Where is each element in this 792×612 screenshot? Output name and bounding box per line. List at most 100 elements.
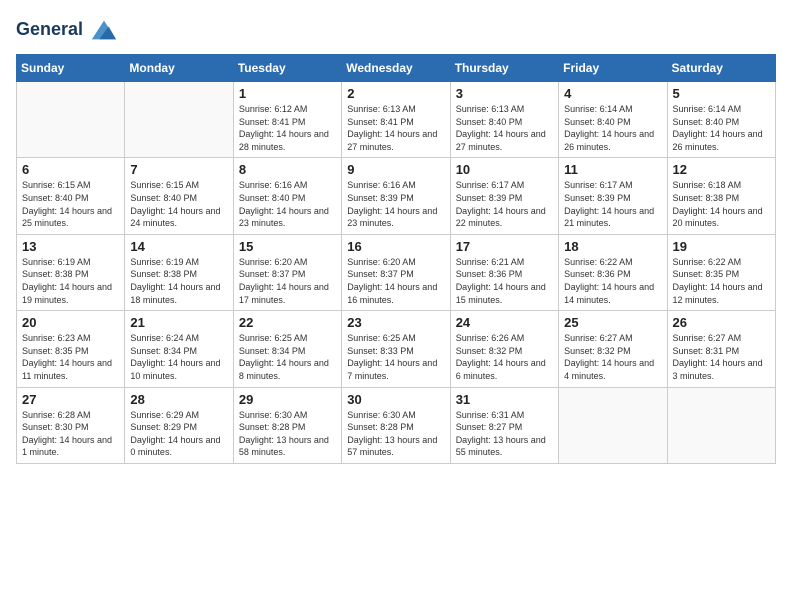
logo-text: General [16, 16, 118, 44]
calendar-cell: 13Sunrise: 6:19 AMSunset: 8:38 PMDayligh… [17, 234, 125, 310]
day-number: 1 [239, 86, 336, 101]
calendar-cell: 24 Sunrise: 6:26 AMSunset: 8:32 PMDayligh… [450, 311, 558, 387]
day-info: Sunrise: 6:25 AMSunset: 8:33 PMDaylight:… [347, 332, 444, 382]
calendar-week-row: 27Sunrise: 6:28 AMSunset: 8:30 PMDayligh… [17, 387, 776, 463]
calendar-cell: 1 Sunrise: 6:12 AMSunset: 8:41 PMDaylight… [233, 82, 341, 158]
calendar-week-row: 1 Sunrise: 6:12 AMSunset: 8:41 PMDaylight… [17, 82, 776, 158]
calendar-cell: 27Sunrise: 6:28 AMSunset: 8:30 PMDayligh… [17, 387, 125, 463]
calendar-cell [559, 387, 667, 463]
calendar-header-friday: Friday [559, 55, 667, 82]
calendar-cell: 11 Sunrise: 6:17 AMSunset: 8:39 PMDayligh… [559, 158, 667, 234]
day-number: 17 [456, 239, 553, 254]
calendar-header-sunday: Sunday [17, 55, 125, 82]
day-number: 9 [347, 162, 444, 177]
day-number: 25 [564, 315, 661, 330]
day-info: Sunrise: 6:24 AMSunset: 8:34 PMDaylight:… [130, 332, 227, 382]
calendar-header-thursday: Thursday [450, 55, 558, 82]
day-number: 14 [130, 239, 227, 254]
calendar-cell: 7 Sunrise: 6:15 AMSunset: 8:40 PMDaylight… [125, 158, 233, 234]
day-info: Sunrise: 6:12 AMSunset: 8:41 PMDaylight:… [239, 103, 336, 153]
day-info: Sunrise: 6:28 AMSunset: 8:30 PMDaylight:… [22, 409, 119, 459]
day-number: 29 [239, 392, 336, 407]
day-number: 13 [22, 239, 119, 254]
calendar-cell: 20 Sunrise: 6:23 AMSunset: 8:35 PMDayligh… [17, 311, 125, 387]
calendar-cell: 12 Sunrise: 6:18 AMSunset: 8:38 PMDayligh… [667, 158, 775, 234]
calendar-cell: 10 Sunrise: 6:17 AMSunset: 8:39 PMDayligh… [450, 158, 558, 234]
day-info: Sunrise: 6:13 AMSunset: 8:40 PMDaylight:… [456, 103, 553, 153]
calendar-week-row: 13 Sunrise: 6:19 AMSunset: 8:38 PMDayligh… [17, 234, 776, 310]
day-number: 7 [130, 162, 227, 177]
calendar-cell: 5Sunrise: 6:14 AMSunset: 8:40 PMDaylight… [667, 82, 775, 158]
day-number: 3 [456, 86, 553, 101]
day-number: 10 [456, 162, 553, 177]
day-number: 24 [456, 315, 553, 330]
day-info: Sunrise: 6:15 AMSunset: 8:40 PMDaylight:… [22, 179, 119, 229]
day-info: Sunrise: 6:22 AMSunset: 8:36 PMDaylight:… [564, 256, 661, 306]
day-number: 22 [239, 315, 336, 330]
day-info: Sunrise: 6:25 AMSunset: 8:34 PMDaylight:… [239, 332, 336, 382]
calendar-cell: 25 Sunrise: 6:27 AMSunset: 8:32 PMDayligh… [559, 311, 667, 387]
calendar-cell: 22 Sunrise: 6:25 AMSunset: 8:34 PMDayligh… [233, 311, 341, 387]
day-info: Sunrise: 6:17 AMSunset: 8:39 PMDaylight:… [456, 179, 553, 229]
day-number: 11 [564, 162, 661, 177]
calendar-cell [17, 82, 125, 158]
day-info: Sunrise: 6:17 AMSunset: 8:39 PMDaylight:… [564, 179, 661, 229]
calendar-header-saturday: Saturday [667, 55, 775, 82]
day-info: Sunrise: 6:26 AMSunset: 8:32 PMDaylight:… [456, 332, 553, 382]
day-info: Sunrise: 6:16 AMSunset: 8:39 PMDaylight:… [347, 179, 444, 229]
day-number: 4 [564, 86, 661, 101]
day-info: Sunrise: 6:16 AMSunset: 8:40 PMDaylight:… [239, 179, 336, 229]
calendar-cell: 6 Sunrise: 6:15 AMSunset: 8:40 PMDaylight… [17, 158, 125, 234]
calendar-cell: 2 Sunrise: 6:13 AMSunset: 8:41 PMDaylight… [342, 82, 450, 158]
day-number: 26 [673, 315, 770, 330]
day-info: Sunrise: 6:23 AMSunset: 8:35 PMDaylight:… [22, 332, 119, 382]
calendar-table: SundayMondayTuesdayWednesdayThursdayFrid… [16, 54, 776, 464]
page-header: General [16, 16, 776, 44]
day-info: Sunrise: 6:27 AMSunset: 8:32 PMDaylight:… [564, 332, 661, 382]
day-info: Sunrise: 6:13 AMSunset: 8:41 PMDaylight:… [347, 103, 444, 153]
day-number: 28 [130, 392, 227, 407]
calendar-week-row: 20 Sunrise: 6:23 AMSunset: 8:35 PMDayligh… [17, 311, 776, 387]
day-number: 6 [22, 162, 119, 177]
calendar-cell: 17 Sunrise: 6:21 AMSunset: 8:36 PMDayligh… [450, 234, 558, 310]
day-number: 16 [347, 239, 444, 254]
day-info: Sunrise: 6:27 AMSunset: 8:31 PMDaylight:… [673, 332, 770, 382]
calendar-cell: 23 Sunrise: 6:25 AMSunset: 8:33 PMDayligh… [342, 311, 450, 387]
day-info: Sunrise: 6:30 AMSunset: 8:28 PMDaylight:… [239, 409, 336, 459]
day-info: Sunrise: 6:30 AMSunset: 8:28 PMDaylight:… [347, 409, 444, 459]
day-number: 23 [347, 315, 444, 330]
calendar-cell: 18 Sunrise: 6:22 AMSunset: 8:36 PMDayligh… [559, 234, 667, 310]
day-number: 12 [673, 162, 770, 177]
calendar-week-row: 6 Sunrise: 6:15 AMSunset: 8:40 PMDaylight… [17, 158, 776, 234]
calendar-cell: 9 Sunrise: 6:16 AMSunset: 8:39 PMDaylight… [342, 158, 450, 234]
day-info: Sunrise: 6:31 AMSunset: 8:27 PMDaylight:… [456, 409, 553, 459]
day-number: 15 [239, 239, 336, 254]
calendar-cell: 26 Sunrise: 6:27 AMSunset: 8:31 PMDayligh… [667, 311, 775, 387]
day-info: Sunrise: 6:20 AMSunset: 8:37 PMDaylight:… [239, 256, 336, 306]
day-info: Sunrise: 6:19 AMSunset: 8:38 PMDaylight:… [130, 256, 227, 306]
day-info: Sunrise: 6:20 AMSunset: 8:37 PMDaylight:… [347, 256, 444, 306]
day-info: Sunrise: 6:22 AMSunset: 8:35 PMDaylight:… [673, 256, 770, 306]
calendar-cell: 15 Sunrise: 6:20 AMSunset: 8:37 PMDayligh… [233, 234, 341, 310]
day-info: Sunrise: 6:21 AMSunset: 8:36 PMDaylight:… [456, 256, 553, 306]
calendar-cell: 28 Sunrise: 6:29 AMSunset: 8:29 PMDayligh… [125, 387, 233, 463]
day-number: 19 [673, 239, 770, 254]
calendar-cell: 30Sunrise: 6:30 AMSunset: 8:28 PMDayligh… [342, 387, 450, 463]
day-info: Sunrise: 6:29 AMSunset: 8:29 PMDaylight:… [130, 409, 227, 459]
calendar-header-wednesday: Wednesday [342, 55, 450, 82]
day-info: Sunrise: 6:15 AMSunset: 8:40 PMDaylight:… [130, 179, 227, 229]
day-number: 5 [673, 86, 770, 101]
day-number: 18 [564, 239, 661, 254]
calendar-header-tuesday: Tuesday [233, 55, 341, 82]
calendar-cell: 29 Sunrise: 6:30 AMSunset: 8:28 PMDayligh… [233, 387, 341, 463]
day-number: 20 [22, 315, 119, 330]
calendar-cell: 14 Sunrise: 6:19 AMSunset: 8:38 PMDayligh… [125, 234, 233, 310]
day-info: Sunrise: 6:14 AMSunset: 8:40 PMDaylight:… [564, 103, 661, 153]
calendar-cell [667, 387, 775, 463]
day-info: Sunrise: 6:18 AMSunset: 8:38 PMDaylight:… [673, 179, 770, 229]
calendar-cell: 8Sunrise: 6:16 AMSunset: 8:40 PMDaylight… [233, 158, 341, 234]
day-number: 2 [347, 86, 444, 101]
page-container: General SundayMondayTuesdayWednesdayThur… [0, 0, 792, 474]
calendar-cell: 31Sunrise: 6:31 AMSunset: 8:27 PMDayligh… [450, 387, 558, 463]
calendar-cell [125, 82, 233, 158]
